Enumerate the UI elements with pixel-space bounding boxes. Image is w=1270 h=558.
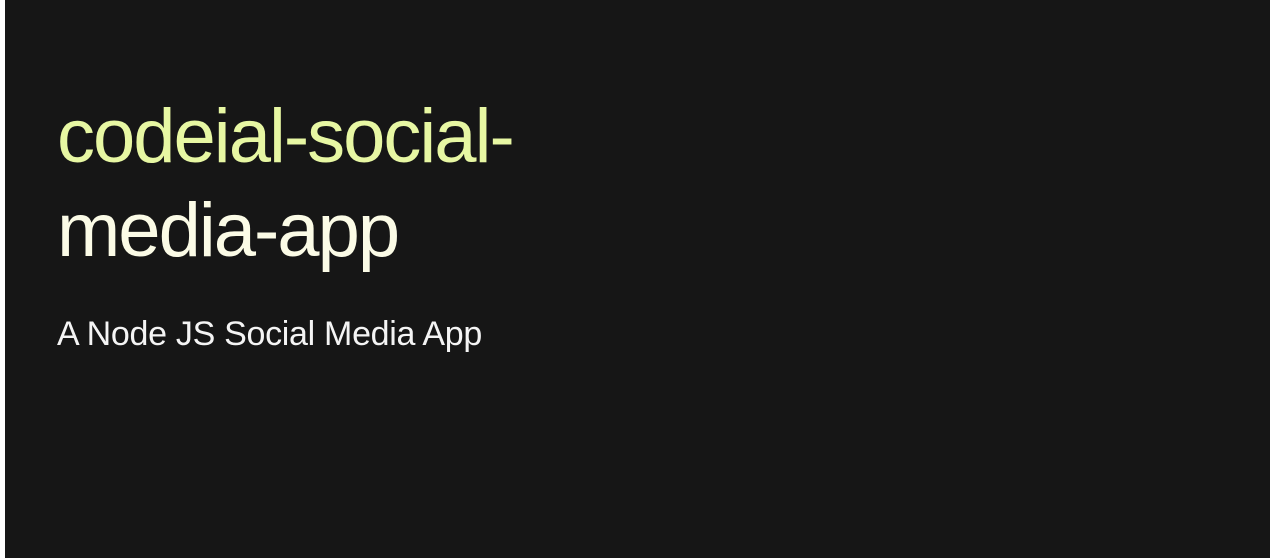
repo-title-line-1: codeial-social- <box>57 94 515 179</box>
repo-description: A Node JS Social Media App <box>57 315 483 353</box>
repo-preview-card: codeial-social- media-app A Node JS Soci… <box>5 0 1270 558</box>
repo-title: codeial-social- media-app <box>57 90 697 278</box>
repo-title-line-2: media-app <box>57 188 400 273</box>
